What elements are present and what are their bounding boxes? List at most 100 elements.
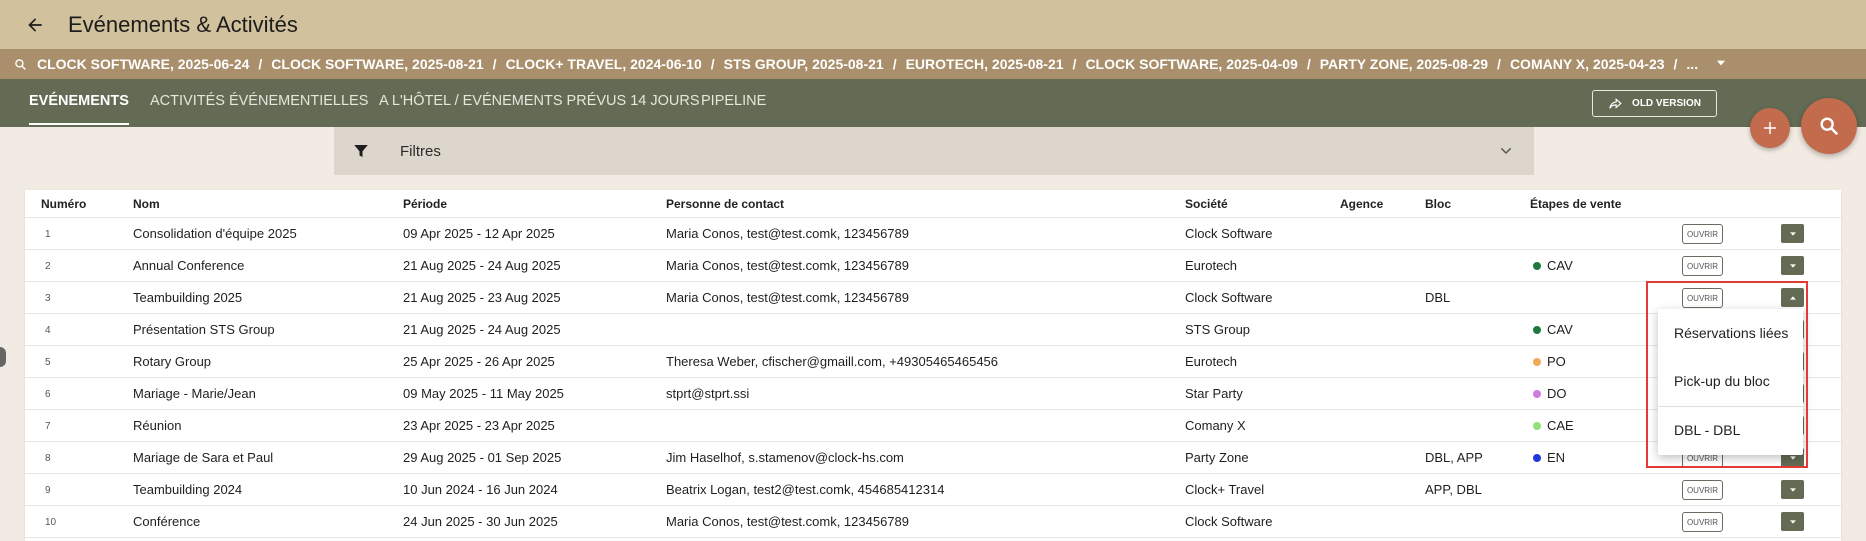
cell-contact: Beatrix Logan, test2@test.comk, 45468541… — [666, 482, 945, 497]
cell-periode: 10 Jun 2024 - 16 Jun 2024 — [403, 482, 558, 497]
breadcrumb-separator: / — [1306, 56, 1311, 72]
table-row[interactable]: 10 Conférence 24 Jun 2025 - 30 Jun 2025 Mar… — [25, 506, 1841, 538]
cell-periode: 25 Apr 2025 - 26 Apr 2025 — [403, 354, 555, 369]
column-header-bloc[interactable]: Bloc — [1425, 197, 1451, 211]
breadcrumb-item[interactable]: CLOCK SOFTWARE, 2025-04-09 — [1085, 56, 1297, 72]
column-header-agence[interactable]: Agence — [1340, 197, 1383, 211]
column-header-nom[interactable]: Nom — [133, 197, 160, 211]
cell-numero: 10 — [45, 517, 57, 528]
cell-numero: 8 — [45, 453, 51, 464]
stage-status-dot — [1533, 358, 1541, 366]
stage-status-dot — [1533, 422, 1541, 430]
row-actions-button[interactable] — [1781, 224, 1804, 243]
tab-pipeline[interactable]: PIPELINE — [701, 79, 766, 127]
back-button[interactable] — [22, 12, 48, 38]
cell-nom: Teambuilding 2024 — [133, 482, 243, 497]
cell-nom: Teambuilding 2025 — [133, 290, 243, 305]
cell-contact: Jim Haselhof, s.stamenov@clock-hs.com — [666, 450, 904, 465]
caret-down-icon[interactable] — [1714, 56, 1728, 73]
cell-periode: 21 Aug 2025 - 24 Aug 2025 — [403, 258, 561, 273]
cell-etapes: CAV — [1533, 322, 1573, 337]
page-title: Evénements & Activités — [68, 11, 298, 37]
add-button[interactable] — [1750, 108, 1790, 148]
share-arrow-icon — [1609, 97, 1622, 109]
breadcrumb-item[interactable]: CLOCK+ TRAVEL, 2024-06-10 — [506, 56, 702, 72]
row-actions-button[interactable] — [1781, 480, 1804, 499]
column-header-societe[interactable]: Société — [1185, 197, 1228, 211]
cell-societe: Clock Software — [1185, 514, 1273, 529]
old-version-button[interactable]: OLD VERSION — [1592, 90, 1717, 117]
cell-periode: 29 Aug 2025 - 01 Sep 2025 — [403, 450, 562, 465]
table-row[interactable]: 9 Teambuilding 2024 10 Jun 2024 - 16 Jun 2… — [25, 474, 1841, 506]
chevron-down-icon[interactable] — [1498, 143, 1514, 159]
table-row[interactable]: 7 Réunion 23 Apr 2025 - 23 Apr 2025 Comany … — [25, 410, 1841, 442]
cell-nom: Présentation STS Group — [133, 322, 275, 337]
open-button[interactable]: OUVRIR — [1682, 224, 1723, 244]
cell-numero: 1 — [45, 229, 51, 240]
column-header-numero[interactable]: Numéro — [41, 197, 86, 211]
caret-down-icon — [1789, 231, 1796, 236]
cell-societe: Party Zone — [1185, 450, 1249, 465]
breadcrumb-item[interactable]: COMANY X, 2025-04-23 — [1510, 56, 1665, 72]
breadcrumb-item[interactable]: CLOCK SOFTWARE, 2025-08-21 — [271, 56, 483, 72]
row-actions-button[interactable] — [1781, 256, 1804, 275]
cell-numero: 5 — [45, 357, 51, 368]
stage-status-dot — [1533, 454, 1541, 462]
column-header-etapes[interactable]: Étapes de vente — [1530, 197, 1621, 211]
tab-bar: EVÉNEMENTS ACTIVITÉS ÉVÉNEMENTIELLES A L… — [0, 79, 1866, 127]
open-button[interactable]: OUVRIR — [1682, 256, 1723, 276]
filters-label: Filtres — [400, 142, 441, 160]
cell-etapes: DO — [1533, 386, 1567, 401]
funnel-icon — [352, 142, 370, 160]
cell-nom: Annual Conference — [133, 258, 245, 273]
breadcrumb-separator: / — [1673, 56, 1678, 72]
cell-contact: stprt@stprt.ssi — [666, 386, 750, 401]
cell-bloc: APP, DBL — [1425, 482, 1482, 497]
open-button[interactable]: OUVRIR — [1682, 512, 1723, 532]
table-row[interactable]: 4 Présentation STS Group 21 Aug 2025 - 24 … — [25, 314, 1841, 346]
table-row[interactable]: 1 Consolidation d'équipe 2025 09 Apr 2025 … — [25, 218, 1841, 250]
column-header-periode[interactable]: Période — [403, 197, 447, 211]
breadcrumb-item[interactable]: EUROTECH, 2025-08-21 — [906, 56, 1064, 72]
cell-etapes: CAV — [1533, 258, 1573, 273]
cell-contact: Maria Conos, test@test.comk, 123456789 — [666, 514, 909, 529]
stage-label: CAE — [1547, 418, 1574, 433]
table-row[interactable]: 2 Annual Conference 21 Aug 2025 - 24 Aug 2… — [25, 250, 1841, 282]
cell-numero: 2 — [45, 261, 51, 272]
row-actions-button[interactable] — [1781, 512, 1804, 531]
cell-nom: Mariage - Marie/Jean — [133, 386, 256, 401]
table-row[interactable]: 5 Rotary Group 25 Apr 2025 - 26 Apr 2025 Th… — [25, 346, 1841, 378]
cell-periode: 24 Jun 2025 - 30 Jun 2025 — [403, 514, 558, 529]
side-drawer-handle[interactable] — [0, 347, 6, 367]
breadcrumb-item[interactable]: PARTY ZONE, 2025-08-29 — [1320, 56, 1488, 72]
breadcrumb-item[interactable]: CLOCK SOFTWARE, 2025-06-24 — [37, 56, 249, 72]
tab-a-l-hotel[interactable]: A L'HÔTEL / EVÉNEMENTS PRÉVUS 14 JOURS — [379, 79, 700, 127]
cell-periode: 21 Aug 2025 - 24 Aug 2025 — [403, 322, 561, 337]
search-button[interactable] — [1801, 98, 1857, 154]
cell-contact: Maria Conos, test@test.comk, 123456789 — [666, 226, 909, 241]
column-header-contact[interactable]: Personne de contact — [666, 197, 784, 211]
tab-activites-evenementielles[interactable]: ACTIVITÉS ÉVÉNEMENTIELLES — [150, 79, 368, 127]
tab-evenements[interactable]: EVÉNEMENTS — [29, 79, 129, 127]
cell-nom: Consolidation d'équipe 2025 — [133, 226, 297, 241]
table-row[interactable]: 6 Mariage - Marie/Jean 09 May 2025 - 11 Ma… — [25, 378, 1841, 410]
table-row[interactable]: 3 Teambuilding 2025 21 Aug 2025 - 23 Aug 2… — [25, 282, 1841, 314]
table-row[interactable]: 8 Mariage de Sara et Paul 29 Aug 2025 - 01… — [25, 442, 1841, 474]
caret-down-icon — [1789, 263, 1796, 268]
cell-societe: Clock+ Travel — [1185, 482, 1265, 497]
filters-panel[interactable]: Filtres — [334, 127, 1534, 175]
stage-label: CAV — [1547, 258, 1573, 273]
cell-contact: Theresa Weber, cfischer@gmaill.com, +493… — [666, 354, 999, 369]
highlight-box — [1646, 281, 1808, 468]
stage-status-dot — [1533, 390, 1541, 398]
breadcrumb-item[interactable]: STS GROUP, 2025-08-21 — [724, 56, 884, 72]
search-icon — [1820, 117, 1839, 136]
open-button[interactable]: OUVRIR — [1682, 480, 1723, 500]
cell-nom: Conférence — [133, 514, 201, 529]
cell-numero: 9 — [45, 485, 51, 496]
cell-bloc: DBL — [1425, 290, 1451, 305]
cell-periode: 21 Aug 2025 - 23 Aug 2025 — [403, 290, 561, 305]
cell-societe: Eurotech — [1185, 258, 1238, 273]
cell-societe: Comany X — [1185, 418, 1246, 433]
cell-contact: Maria Conos, test@test.comk, 123456789 — [666, 290, 909, 305]
